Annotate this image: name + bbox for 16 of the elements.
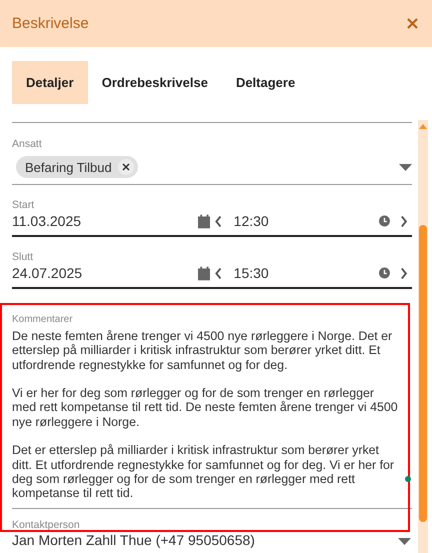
time-field[interactable]: 12:30: [234, 213, 380, 229]
date-field[interactable]: 24.07.2025: [12, 265, 198, 281]
field-label: Kontaktperson: [12, 518, 81, 531]
tag-chip[interactable]: Befaring Tilbud: [16, 156, 138, 178]
dialog-title: Beskrivelse: [12, 15, 89, 32]
comment-field[interactable]: De neste femten årene trenger vi 4500 nye rørleggere i Norge. Det er etterslep på milliarder i kritisk infrastruktur som berører yrket ditt. Et utfordrende regnestykke for samfunnet og for deg. Vi er her for deg som rørlegger og for de som trenger en rørlegger med rett kompetanse til rett tid. De neste femten årene trenger vi 4500 nye rørleggere i Norge. Det er etterslep på milliarder i kritisk infrastruktur som berører yrket ditt. Et utfordrende regnestykke for samfunnet og for deg. Vi er her for deg som rørlegger og for de som trenger en rørlegger med rett kompetanse til rett tid.: [12, 325, 412, 508]
tab[interactable]: Detaljer: [12, 61, 88, 104]
field-label: Kommentarer: [12, 314, 74, 325]
field-value[interactable]: Jan Morten Zahll Thue (+47 95050658): [12, 532, 255, 548]
date-field[interactable]: 11.03.2025: [12, 213, 198, 229]
field-label: Slutt: [12, 251, 34, 263]
field-label: Ansatt: [12, 138, 43, 150]
tab[interactable]: Ordrebeskrivelse: [88, 61, 222, 104]
field-label: Start: [12, 199, 36, 211]
time-field[interactable]: 15:30: [234, 265, 380, 281]
tab[interactable]: Deltagere: [222, 61, 310, 104]
